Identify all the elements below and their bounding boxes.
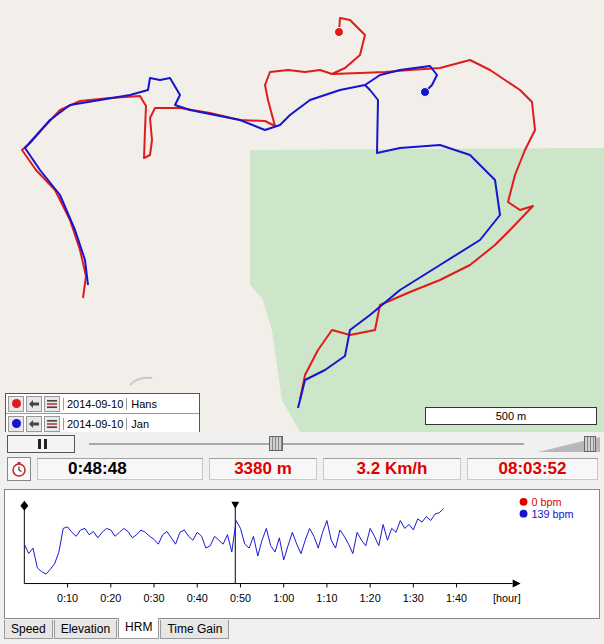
track-name: Hans — [127, 398, 157, 410]
readout-field: 3380 m — [209, 458, 317, 480]
slider-thumb[interactable] — [269, 436, 283, 451]
zoom-slider[interactable] — [538, 435, 600, 453]
track-name: Jan — [127, 418, 149, 430]
legend-label: 0 bpm — [531, 496, 561, 508]
legend-row[interactable]: 2014-09-10Hans — [6, 394, 199, 413]
legend-label: 139 bpm — [531, 508, 573, 520]
tick-label: 1:20 — [360, 592, 381, 604]
chart-tabs: SpeedElevationHRMTime Gain — [0, 619, 604, 644]
scale-bar: 500 m — [425, 407, 597, 425]
tick-label: 0:10 — [57, 592, 78, 604]
tick-label: 1:10 — [316, 592, 337, 604]
track — [22, 18, 535, 400]
legend-row[interactable]: 2014-09-10Jan — [6, 413, 199, 432]
pause-icon — [38, 439, 47, 449]
legend-dot — [520, 498, 528, 506]
zoom-thumb[interactable] — [584, 436, 596, 452]
readout-field: 3.2 Km/h — [323, 458, 461, 480]
track-line — [25, 78, 500, 408]
tick-label: 0:30 — [143, 592, 164, 604]
tick-label: 1:30 — [403, 592, 424, 604]
start-marker — [20, 501, 28, 511]
readout-field: 0:48:48 — [37, 458, 203, 480]
clock-button[interactable] — [7, 457, 31, 481]
tick-label: 1:00 — [273, 592, 294, 604]
list-icon[interactable] — [44, 416, 60, 432]
series-line — [24, 509, 443, 574]
position-marker — [335, 28, 344, 37]
pause-button[interactable] — [7, 435, 75, 453]
clock-icon — [11, 461, 27, 477]
map-canvas[interactable] — [0, 0, 604, 432]
chart-tab[interactable]: Time Gain — [160, 620, 229, 639]
readout-field: 08:03:52 — [467, 458, 598, 480]
track-line — [300, 60, 535, 400]
track-legend: 2014-09-10Hans2014-09-10Jan — [5, 393, 200, 432]
arrow-icon[interactable] — [26, 416, 42, 432]
track-color-icon[interactable] — [8, 396, 24, 412]
tick-label: 1:40 — [446, 592, 467, 604]
time-cursor[interactable] — [235, 505, 236, 584]
track-date: 2014-09-10 — [63, 418, 127, 430]
legend-dot — [520, 510, 528, 518]
track-color-icon[interactable] — [8, 416, 24, 432]
hrm-chart: 0:10 0:20 0:30 0:40 0:50 1:00 1:10 1:20 1:30 1:40… — [4, 489, 600, 619]
tick-label: 0:50 — [230, 592, 251, 604]
track-date: 2014-09-10 — [63, 398, 127, 410]
map-view[interactable]: 2014-09-10Hans2014-09-10Jan500 m — [0, 0, 604, 432]
chart-canvas[interactable]: 0:10 0:20 0:30 0:40 0:50 1:00 1:10 1:20 1:30 1:40… — [5, 490, 599, 618]
readout-bar: 0:48:48 3380 m 3.2 Km/h 08:03:52 — [0, 455, 604, 483]
position-marker — [421, 88, 430, 97]
position-slider[interactable] — [89, 435, 524, 453]
track-line — [22, 18, 365, 298]
track-viewer: 2014-09-10Hans2014-09-10Jan500 m0:48:483… — [0, 0, 604, 644]
tick-label: 0:40 — [187, 592, 208, 604]
list-icon[interactable] — [44, 396, 60, 412]
chart-tab[interactable]: Speed — [4, 620, 53, 639]
axis-unit: [hour] — [493, 592, 521, 604]
chart-tab[interactable]: Elevation — [54, 620, 117, 639]
tick-label: 0:20 — [100, 592, 121, 604]
track — [25, 66, 500, 408]
playback-controls — [0, 432, 604, 455]
chart-tab[interactable]: HRM — [118, 618, 159, 639]
arrow-icon[interactable] — [26, 396, 42, 412]
